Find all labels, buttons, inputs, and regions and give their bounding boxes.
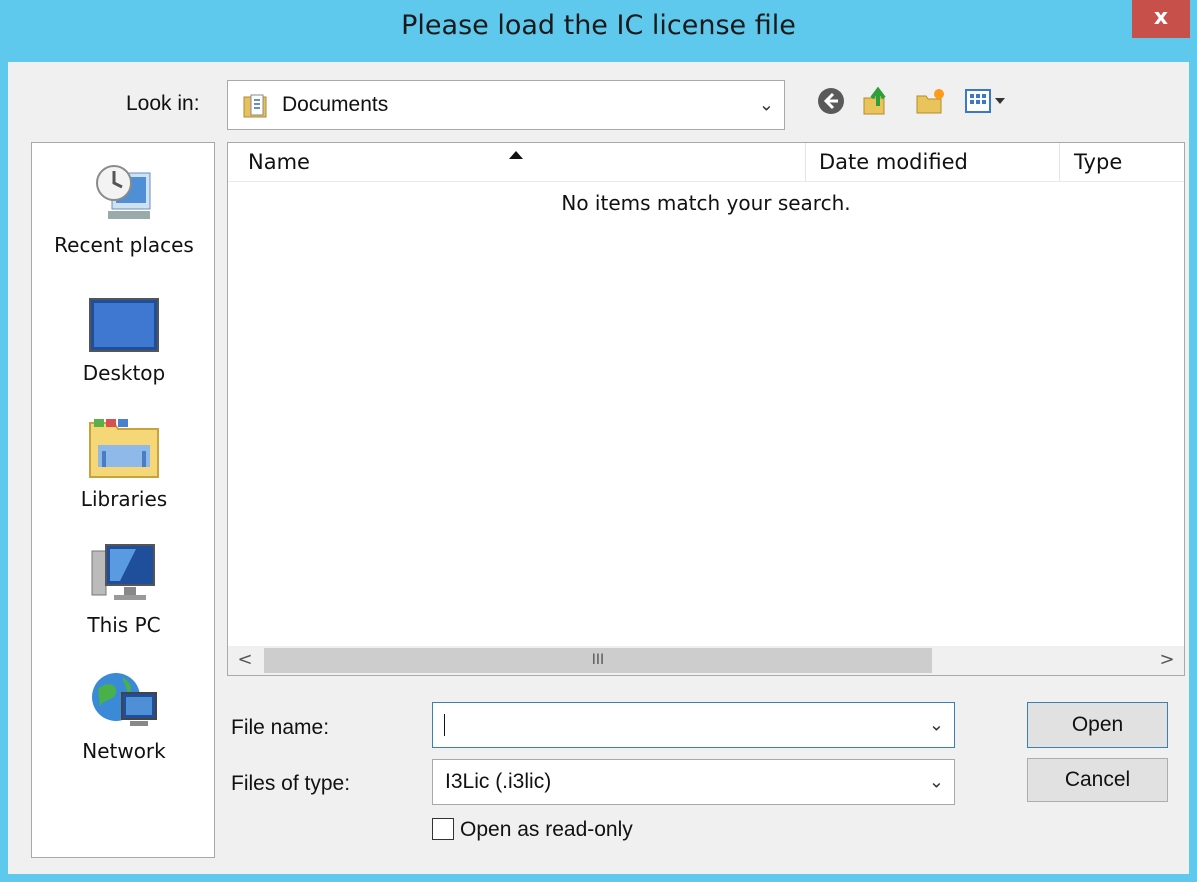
column-header-name[interactable]: Name bbox=[248, 143, 310, 181]
horizontal-scrollbar[interactable]: < III > bbox=[227, 646, 1185, 676]
file-type-dropdown[interactable]: I3Lic (.i3lic) ⌄ bbox=[432, 759, 955, 805]
this-pc-icon bbox=[90, 541, 158, 612]
chevron-down-icon: ⌄ bbox=[928, 771, 944, 793]
dialog-body: Look in: Documents ⌄ Recent places Deskt… bbox=[8, 62, 1189, 874]
file-type-value: I3Lic (.i3lic) bbox=[445, 770, 552, 793]
desktop-icon bbox=[88, 295, 160, 360]
place-label: Libraries bbox=[80, 487, 168, 511]
header-divider bbox=[228, 181, 1184, 182]
new-folder-icon[interactable] bbox=[914, 86, 946, 123]
look-in-label: Look in: bbox=[126, 92, 200, 115]
network-icon bbox=[88, 667, 160, 738]
place-this-pc[interactable]: This PC bbox=[32, 539, 216, 649]
column-header-type[interactable]: Type bbox=[1074, 143, 1122, 181]
libraries-icon bbox=[88, 415, 160, 486]
look-in-dropdown[interactable]: Documents ⌄ bbox=[227, 80, 785, 130]
scroll-left-button[interactable]: < bbox=[228, 646, 262, 675]
file-name-input[interactable]: ⌄ bbox=[432, 702, 955, 748]
column-separator[interactable] bbox=[1059, 143, 1060, 181]
empty-message: No items match your search. bbox=[561, 191, 851, 215]
open-button[interactable]: Open bbox=[1027, 702, 1168, 748]
place-label: Desktop bbox=[82, 361, 166, 385]
view-menu-icon[interactable] bbox=[964, 86, 1014, 121]
file-name-label: File name: bbox=[231, 716, 330, 739]
scroll-thumb[interactable]: III bbox=[264, 648, 932, 673]
text-cursor bbox=[444, 714, 445, 736]
place-label: This PC bbox=[87, 613, 161, 637]
place-label: Recent places bbox=[54, 233, 194, 257]
file-list[interactable]: Name Date modified Type No items match y… bbox=[227, 142, 1185, 675]
chevron-down-icon[interactable]: ⌄ bbox=[929, 715, 944, 736]
column-header-date-modified[interactable]: Date modified bbox=[819, 143, 968, 181]
place-label: Network bbox=[82, 739, 166, 763]
close-button[interactable]: x bbox=[1132, 0, 1190, 38]
back-icon[interactable] bbox=[816, 86, 846, 121]
recent-places-icon bbox=[90, 159, 156, 230]
sort-ascending-icon bbox=[508, 147, 524, 165]
chevron-down-icon: ⌄ bbox=[758, 94, 774, 116]
cancel-button[interactable]: Cancel bbox=[1027, 758, 1168, 802]
title-bar: Please load the IC license file x bbox=[0, 0, 1197, 62]
column-separator[interactable] bbox=[805, 143, 806, 181]
read-only-label[interactable]: Open as read-only bbox=[460, 818, 633, 842]
places-bar: Recent places Desktop Libraries This PC … bbox=[31, 142, 215, 858]
folder-library-icon bbox=[242, 92, 270, 125]
read-only-checkbox[interactable] bbox=[432, 818, 454, 840]
place-recent-places[interactable]: Recent places bbox=[32, 159, 216, 269]
scroll-right-button[interactable]: > bbox=[1150, 646, 1184, 675]
up-folder-icon[interactable] bbox=[860, 86, 892, 123]
look-in-value: Documents bbox=[282, 93, 389, 116]
place-desktop[interactable]: Desktop bbox=[32, 287, 216, 397]
place-libraries[interactable]: Libraries bbox=[32, 413, 216, 523]
file-type-label: Files of type: bbox=[231, 772, 351, 795]
place-network[interactable]: Network bbox=[32, 665, 216, 775]
window-title: Please load the IC license file bbox=[401, 10, 796, 41]
